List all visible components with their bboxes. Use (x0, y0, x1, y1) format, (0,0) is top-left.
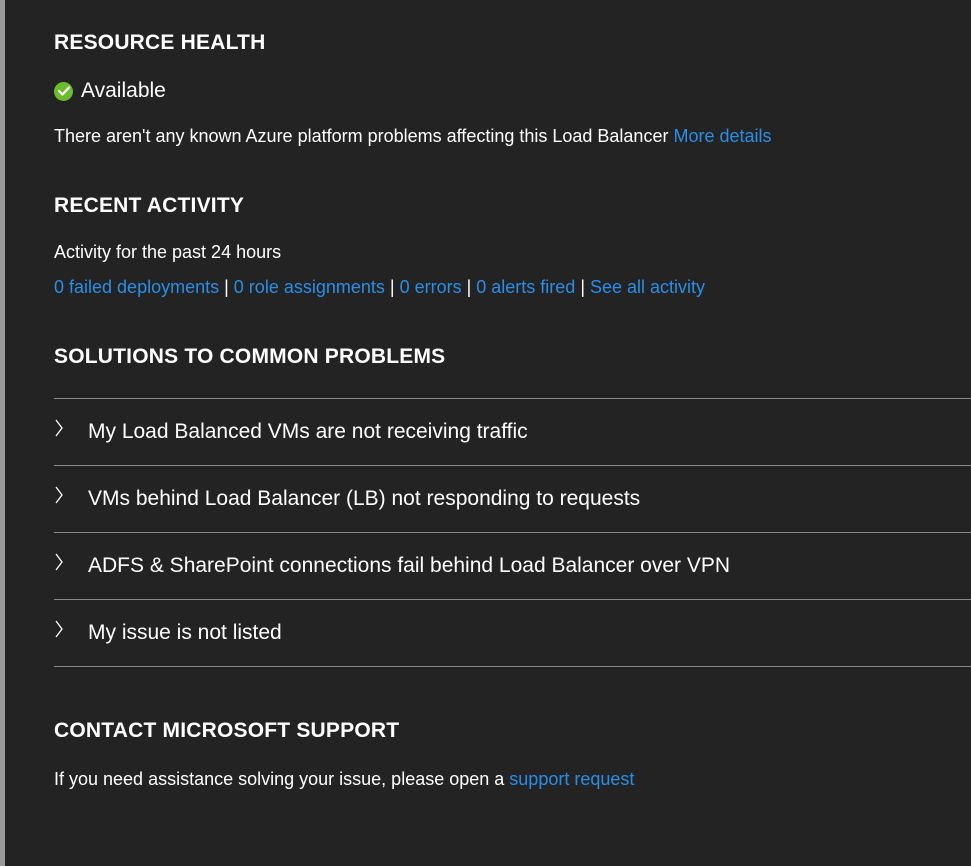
health-status: Available (54, 79, 166, 103)
resource-health-heading: RESOURCE HEALTH (54, 31, 266, 54)
see-all-activity-link[interactable]: See all activity (590, 277, 705, 297)
chevron-right-icon (54, 486, 88, 504)
activity-subtitle: Activity for the past 24 hours (54, 242, 282, 262)
problem-item-label: My Load Balanced VMs are not receiving t… (88, 420, 528, 443)
problem-item-label: ADFS & SharePoint connections fail behin… (88, 554, 731, 577)
solutions-heading: SOLUTIONS TO COMMON PROBLEMS (54, 345, 446, 368)
separator: | (224, 277, 229, 297)
problem-item-adfs-sharepoint[interactable]: ADFS & SharePoint connections fail behin… (54, 533, 971, 600)
chevron-right-icon (54, 620, 88, 638)
support-request-link[interactable]: support request (509, 769, 634, 789)
check-circle-icon (54, 81, 73, 101)
more-details-link[interactable]: More details (673, 126, 771, 146)
problem-item-label: VMs behind Load Balancer (LB) not respon… (88, 487, 641, 510)
health-description: There aren't any known Azure platform pr… (54, 126, 669, 146)
problem-item-issue-not-listed[interactable]: My issue is not listed (54, 600, 971, 667)
support-description: If you need assistance solving your issu… (54, 769, 505, 789)
errors-link[interactable]: 0 errors (400, 277, 462, 297)
separator: | (389, 277, 395, 297)
health-status-label: Available (81, 79, 166, 102)
health-description-row: There aren't any known Azure platform pr… (54, 126, 772, 147)
common-problems-list: My Load Balanced VMs are not receiving t… (54, 398, 971, 667)
contact-support-heading: CONTACT MICROSOFT SUPPORT (54, 719, 400, 742)
chevron-right-icon (54, 419, 88, 437)
panel-left-border (0, 0, 5, 866)
failed-deployments-link[interactable]: 0 failed deployments (54, 277, 219, 297)
separator: | (466, 277, 472, 297)
separator: | (580, 277, 585, 297)
alerts-fired-link[interactable]: 0 alerts fired (476, 277, 575, 297)
problem-item-lb-vms-no-traffic[interactable]: My Load Balanced VMs are not receiving t… (54, 399, 971, 466)
role-assignments-link[interactable]: 0 role assignments (234, 277, 385, 297)
problem-item-label: My issue is not listed (88, 621, 282, 644)
chevron-right-icon (54, 553, 88, 571)
support-description-row: If you need assistance solving your issu… (54, 769, 634, 790)
problem-item-vms-not-responding[interactable]: VMs behind Load Balancer (LB) not respon… (54, 466, 971, 533)
recent-activity-heading: RECENT ACTIVITY (54, 194, 245, 217)
activity-links-row: 0 failed deployments | 0 role assignments |… (54, 277, 705, 298)
